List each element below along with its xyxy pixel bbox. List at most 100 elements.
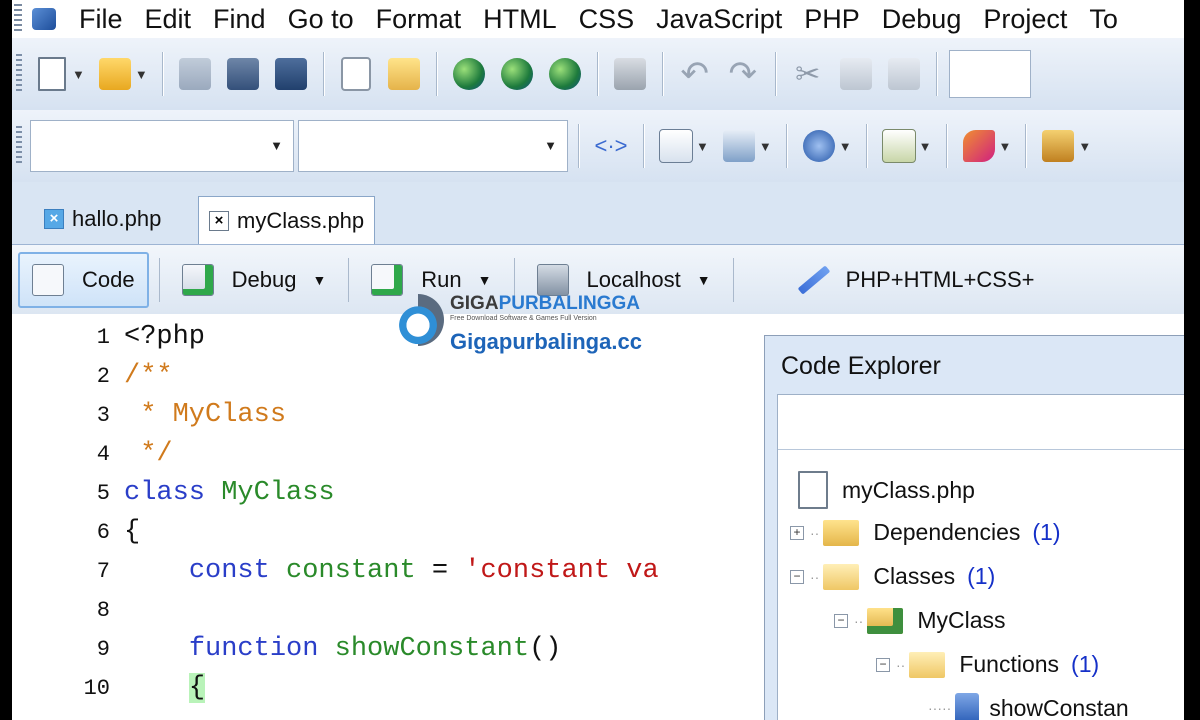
localhost-label: Localhost (586, 267, 681, 292)
template-dropdown-icon[interactable]: ▼ (919, 139, 932, 154)
tree-item-dependencies[interactable]: + ·· Dependencies (1) (790, 519, 1061, 546)
tree-label: Dependencies (873, 519, 1021, 545)
tag-button[interactable]: <·> (593, 126, 629, 166)
menu-javascript[interactable]: JavaScript (645, 4, 793, 35)
code-line: 6 { (12, 512, 772, 552)
chevron-down-icon[interactable]: ▼ (697, 272, 711, 288)
component-dropdown-icon[interactable]: ▼ (839, 139, 852, 154)
brand-tagline: Free Download Software & Games Full Vers… (450, 315, 597, 322)
run-icon (371, 264, 404, 296)
copy-button[interactable] (838, 54, 874, 94)
component-button[interactable] (801, 126, 837, 166)
cut-button[interactable]: ✂ (790, 54, 826, 94)
tab-hallo-php[interactable]: × hallo.php (34, 196, 171, 242)
code-explorer-tree[interactable]: myClass.php + ·· Dependencies (1) − ·· C… (777, 394, 1184, 720)
template-button[interactable] (881, 126, 917, 166)
tree-item-classes[interactable]: − ·· Classes (1) (790, 563, 995, 590)
table-button[interactable] (658, 126, 694, 166)
globe-icon (500, 58, 533, 90)
folder-document-button[interactable] (386, 54, 422, 94)
menu-css[interactable]: CSS (568, 4, 646, 35)
code-identifier: showConstant (334, 634, 530, 664)
form-dropdown-icon[interactable]: ▼ (759, 139, 772, 154)
chevron-down-icon: ▼ (270, 138, 283, 153)
tree-item-file[interactable]: myClass.php (798, 471, 975, 509)
size-combo[interactable]: ▼ (298, 120, 568, 172)
menu-file[interactable]: File (68, 4, 134, 35)
open-folder-icon (98, 58, 131, 90)
code-text: <?php (124, 322, 206, 352)
form-button[interactable] (721, 126, 757, 166)
tree-connector: ·· (810, 524, 820, 541)
toolbar-separator (935, 52, 937, 96)
browser-preview-button[interactable] (451, 54, 487, 94)
chevron-down-icon[interactable]: ▼ (312, 272, 326, 288)
menubar-grip[interactable] (14, 4, 22, 34)
style-button[interactable] (961, 126, 997, 166)
close-icon[interactable]: × (209, 211, 229, 231)
menu-format[interactable]: Format (365, 4, 473, 35)
menu-php[interactable]: PHP (793, 4, 871, 35)
open-file-button[interactable] (97, 54, 133, 94)
tools-dropdown-icon[interactable]: ▼ (1078, 139, 1091, 154)
mode-separator (348, 258, 350, 302)
table-dropdown-icon[interactable]: ▼ (696, 139, 709, 154)
toolbar-grip[interactable] (16, 54, 22, 94)
new-file-button[interactable] (34, 54, 70, 94)
tree-item-myclass[interactable]: − ·· MyClass (834, 607, 1006, 634)
tree-item-functions[interactable]: − ·· Functions (1) (876, 651, 1099, 678)
toolbar-search-box[interactable] (948, 50, 1031, 98)
expand-icon[interactable]: + (790, 525, 804, 540)
watermark: GIGAPURBALINGGA Free Download Software &… (392, 294, 642, 355)
new-file-dropdown-icon[interactable]: ▼ (72, 67, 85, 82)
print-button[interactable] (612, 54, 648, 94)
menu-html[interactable]: HTML (472, 4, 568, 35)
editor-window: File Edit Find Go to Format HTML CSS Jav… (12, 0, 1184, 720)
font-combo[interactable]: ▼ (30, 120, 294, 172)
syntax-language-button[interactable]: PHP+HTML+CSS+ (784, 254, 1047, 306)
paste-button[interactable] (886, 54, 922, 94)
close-icon[interactable]: × (44, 209, 64, 229)
save-all-button[interactable] (273, 54, 309, 94)
line-number: 3 (96, 402, 110, 428)
style-dropdown-icon[interactable]: ▼ (999, 139, 1012, 154)
toolbar-separator (785, 124, 787, 168)
code-line: 7 const constant = 'constant va (12, 551, 772, 591)
collapse-icon[interactable]: − (790, 569, 804, 584)
menu-find[interactable]: Find (202, 4, 277, 35)
menu-edit[interactable]: Edit (134, 4, 203, 35)
menu-tools[interactable]: To (1078, 4, 1129, 35)
collapse-icon[interactable]: − (834, 613, 848, 628)
chevron-down-icon[interactable]: ▼ (478, 272, 492, 288)
code-line: 8 (12, 590, 772, 630)
brand-name: GIGAPURBALINGGA (450, 293, 641, 314)
save-button[interactable] (177, 54, 213, 94)
browser-add-button[interactable] (547, 54, 583, 94)
code-comment: /** (124, 361, 173, 391)
tools-button[interactable] (1040, 126, 1076, 166)
tab-myclass-php[interactable]: × myClass.php (198, 196, 376, 245)
toolbar-grip[interactable] (16, 126, 22, 166)
redo-button[interactable]: ↷ (725, 54, 761, 94)
code-view-button[interactable]: Code (18, 252, 149, 308)
line-number: 9 (96, 636, 110, 662)
collapse-icon[interactable]: − (876, 657, 890, 672)
debug-button[interactable]: Debug ▼ (170, 254, 339, 306)
browser-preview-2-button[interactable] (499, 54, 535, 94)
tree-label: showConstan (989, 694, 1129, 720)
tree-item-method[interactable]: ····· showConstan (928, 693, 1129, 720)
code-text: { (124, 517, 141, 547)
tree-connector: ·· (810, 568, 820, 585)
copy-icon (839, 58, 872, 90)
menu-project[interactable]: Project (972, 4, 1078, 35)
menu-goto[interactable]: Go to (277, 4, 365, 35)
folder-icon (823, 519, 860, 546)
open-file-dropdown-icon[interactable]: ▼ (135, 67, 148, 82)
code-line: 10 { (12, 668, 772, 708)
save-as-button[interactable] (225, 54, 261, 94)
code-text: = (415, 556, 465, 586)
menu-debug[interactable]: Debug (871, 4, 973, 35)
document-button[interactable] (338, 54, 374, 94)
globe-add-icon (548, 58, 581, 90)
undo-button[interactable]: ↶ (677, 54, 713, 94)
